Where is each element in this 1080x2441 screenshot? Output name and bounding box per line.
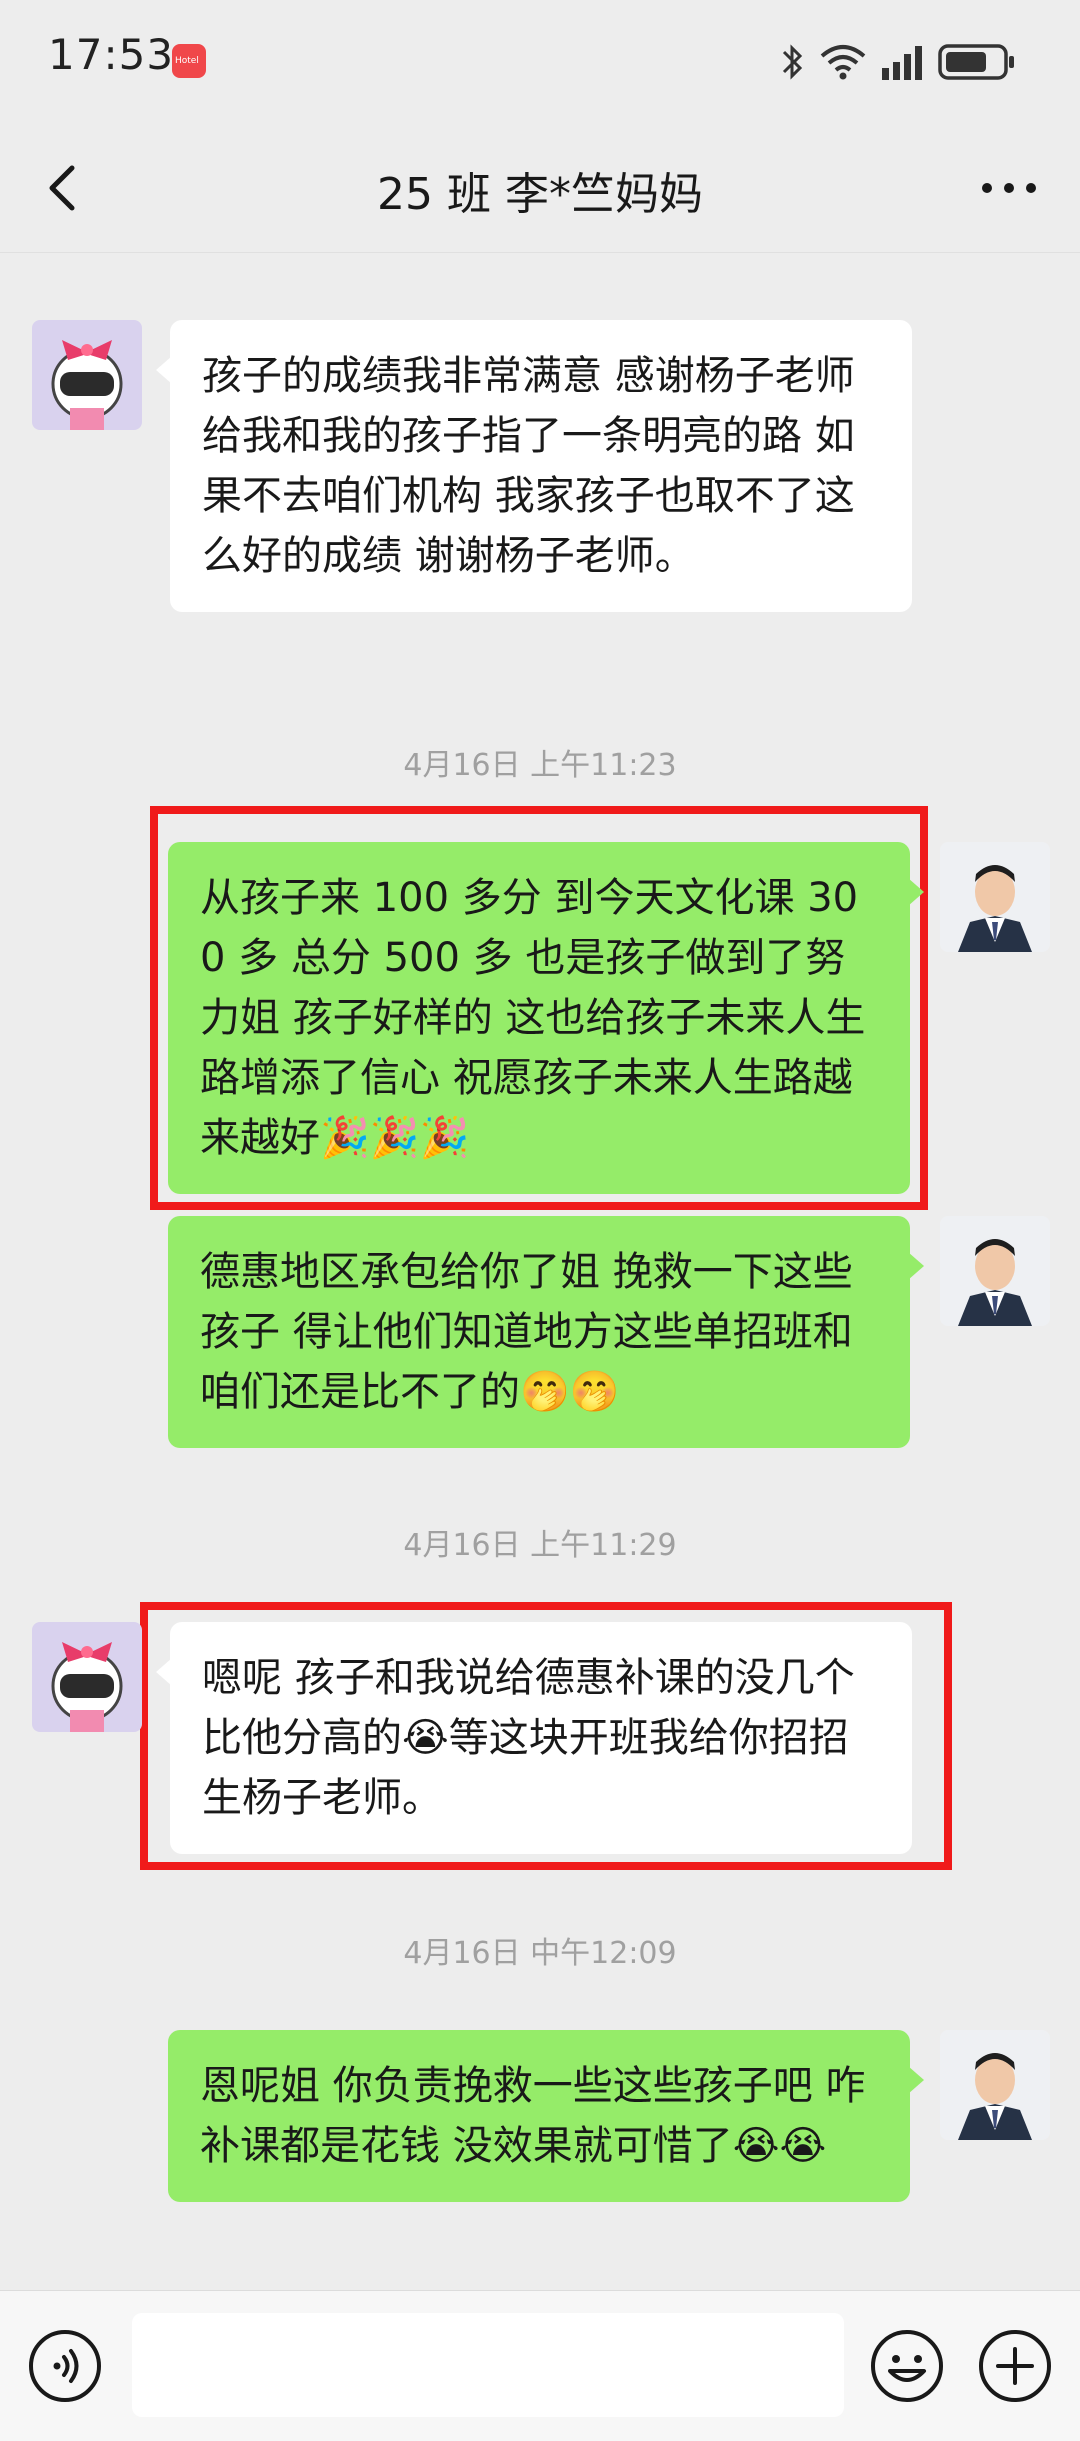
wifi-icon — [820, 45, 866, 80]
status-bar: 17:53 Hotel — [0, 0, 1080, 124]
message-timestamp: 4月16日 上午11:29 — [403, 1528, 677, 1563]
message-bubble-incoming[interactable]: 孩子的成绩我非常满意 感谢杨子老师给我和我的孩子指了一条明亮的路 如果不去咱们机… — [156, 320, 912, 612]
my-avatar[interactable] — [940, 2030, 1050, 2140]
signal-icon — [882, 46, 922, 80]
chat-header: 25 班 李*竺妈妈 — [0, 124, 1080, 253]
message-bubble-outgoing[interactable]: 恩呢姐 你负责挽救一些这些孩子吧 咋补课都是花钱 没效果就可惜了😭😭 — [168, 2030, 924, 2202]
input-bar — [0, 2290, 1080, 2441]
status-time: 17:53 — [48, 30, 175, 79]
voice-button[interactable] — [26, 2327, 104, 2405]
my-avatar[interactable] — [940, 1216, 1050, 1326]
message-timestamp: 4月16日 上午11:23 — [403, 748, 677, 783]
more-options-button[interactable] — [974, 158, 1044, 218]
message-bubble-incoming[interactable]: 嗯呢 孩子和我说给德惠补课的没几个比他分高的😭等这块开班我给你招招生杨子老师。 — [156, 1622, 912, 1854]
message-bubble-outgoing[interactable]: 从孩子来 100 多分 到今天文化课 300 多 总分 500 多 也是孩子做到… — [168, 842, 924, 1194]
contact-avatar[interactable] — [32, 1622, 142, 1732]
contact-avatar[interactable] — [32, 320, 142, 430]
status-icons — [780, 38, 1030, 86]
add-button[interactable] — [976, 2327, 1054, 2405]
my-avatar[interactable] — [940, 842, 1050, 952]
chat-title: 25 班 李*竺妈妈 — [377, 169, 703, 220]
message-bubble-outgoing[interactable]: 德惠地区承包给你了姐 挽救一下这些孩子 得让他们知道地方这些单招班和咱们还是比不… — [168, 1216, 924, 1448]
bluetooth-icon — [782, 44, 803, 80]
notification-app-icon: Hotel — [172, 44, 206, 78]
message-timestamp: 4月16日 中午12:09 — [403, 1936, 677, 1971]
battery-icon — [938, 44, 1014, 80]
message-input[interactable] — [132, 2313, 844, 2417]
emoji-button[interactable] — [868, 2327, 946, 2405]
